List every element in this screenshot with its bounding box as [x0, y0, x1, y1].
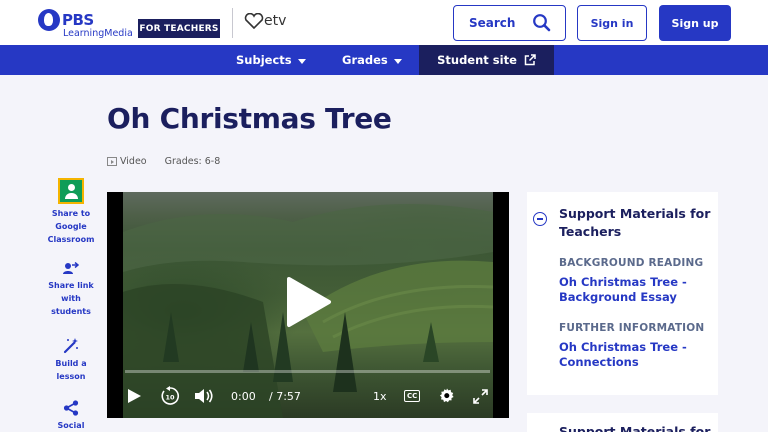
- share-icon: [63, 400, 79, 416]
- nav-grades[interactable]: Grades: [342, 45, 402, 75]
- sign-up-button[interactable]: Sign up: [659, 5, 731, 41]
- chevron-down-icon: [393, 58, 402, 64]
- sign-in-button[interactable]: Sign in: [577, 5, 647, 41]
- current-time: 0:00: [231, 389, 256, 403]
- duration: / 7:57: [269, 389, 301, 403]
- play-icon: [128, 389, 141, 403]
- pbs-learningmedia-logo[interactable]: PBS LearningMedia: [38, 9, 133, 39]
- fullscreen-icon: [473, 388, 488, 404]
- nav-subjects[interactable]: Subjects: [236, 45, 306, 75]
- share-link-label: Share link with students: [48, 281, 94, 316]
- gear-icon: [439, 388, 454, 403]
- etv-text: etv: [264, 13, 287, 29]
- logo-secondary-text: LearningMedia: [63, 28, 133, 39]
- external-link-icon: [524, 54, 536, 66]
- for-teachers-badge: FOR TEACHERS: [138, 19, 220, 38]
- share-google-classroom-label: Share to Google Classroom: [47, 209, 95, 244]
- chevron-down-icon: [297, 58, 306, 64]
- play-button-large[interactable]: [285, 276, 333, 332]
- nav-subjects-label: Subjects: [236, 53, 292, 67]
- svg-text:10: 10: [165, 394, 175, 402]
- logo-primary-text: PBS: [62, 11, 94, 29]
- share-social-label: Social: [57, 421, 85, 430]
- rewind-10-button[interactable]: 10: [160, 380, 180, 412]
- share-social[interactable]: Social: [46, 400, 96, 432]
- page-title: Oh Christmas Tree: [107, 102, 392, 135]
- pbs-head-icon: [38, 9, 60, 31]
- section-label-background-reading: BACKGROUND READING: [559, 257, 704, 269]
- video-type-icon: [107, 157, 117, 166]
- captions-icon: CC: [404, 390, 421, 402]
- share-google-classroom[interactable]: Share to Google Classroom: [46, 178, 96, 246]
- search-label: Search: [469, 16, 516, 30]
- play-control[interactable]: [127, 380, 142, 412]
- search-button[interactable]: Search: [453, 5, 566, 41]
- captions-button[interactable]: CC: [404, 380, 421, 412]
- etv-heart-icon: [244, 13, 264, 29]
- rewind-10-icon: 10: [161, 386, 180, 405]
- nav-student-site[interactable]: Student site: [419, 45, 554, 75]
- video-progress-bar[interactable]: [125, 370, 490, 373]
- playback-speed-button[interactable]: 1x: [373, 380, 387, 412]
- section-label-further-information: FURTHER INFORMATION: [559, 322, 705, 334]
- support-materials-title-2: Support Materials for: [559, 424, 711, 432]
- connections-link[interactable]: Oh Christmas Tree - Connections: [559, 340, 714, 370]
- share-link-with-students[interactable]: Share link with students: [46, 262, 96, 318]
- etv-logo[interactable]: etv: [244, 13, 286, 29]
- support-materials-card-2: Support Materials for: [527, 413, 718, 432]
- google-classroom-icon: [58, 178, 84, 204]
- build-a-lesson-label: Build a lesson: [55, 359, 87, 381]
- resource-meta: Video Grades: 6-8: [107, 156, 220, 167]
- volume-button[interactable]: [194, 380, 214, 412]
- grade-range: Grades: 6-8: [164, 156, 221, 167]
- build-a-lesson[interactable]: Build a lesson: [46, 338, 96, 383]
- support-materials-title: Support Materials for Teachers: [559, 206, 711, 239]
- settings-button[interactable]: [439, 380, 455, 412]
- fullscreen-button[interactable]: [473, 380, 488, 412]
- video-controls: 10 0:00 / 7:57 1x CC: [107, 380, 509, 412]
- collapse-icon[interactable]: [533, 212, 547, 226]
- volume-icon: [195, 389, 213, 403]
- site-header: PBS LearningMedia FOR TEACHERS etv Searc…: [0, 0, 768, 45]
- support-materials-card: Support Materials for Teachers BACKGROUN…: [527, 192, 718, 395]
- students-icon: [63, 262, 79, 274]
- background-essay-link[interactable]: Oh Christmas Tree - Background Essay: [559, 275, 714, 305]
- nav-student-site-label: Student site: [437, 53, 517, 67]
- nav-grades-label: Grades: [342, 53, 388, 67]
- search-icon: [532, 13, 551, 35]
- main-nav: Subjects Grades Student site: [0, 45, 768, 75]
- header-divider: [232, 8, 233, 38]
- magic-wand-icon: [63, 338, 78, 354]
- play-icon: [287, 277, 331, 327]
- media-type: Video: [120, 156, 147, 167]
